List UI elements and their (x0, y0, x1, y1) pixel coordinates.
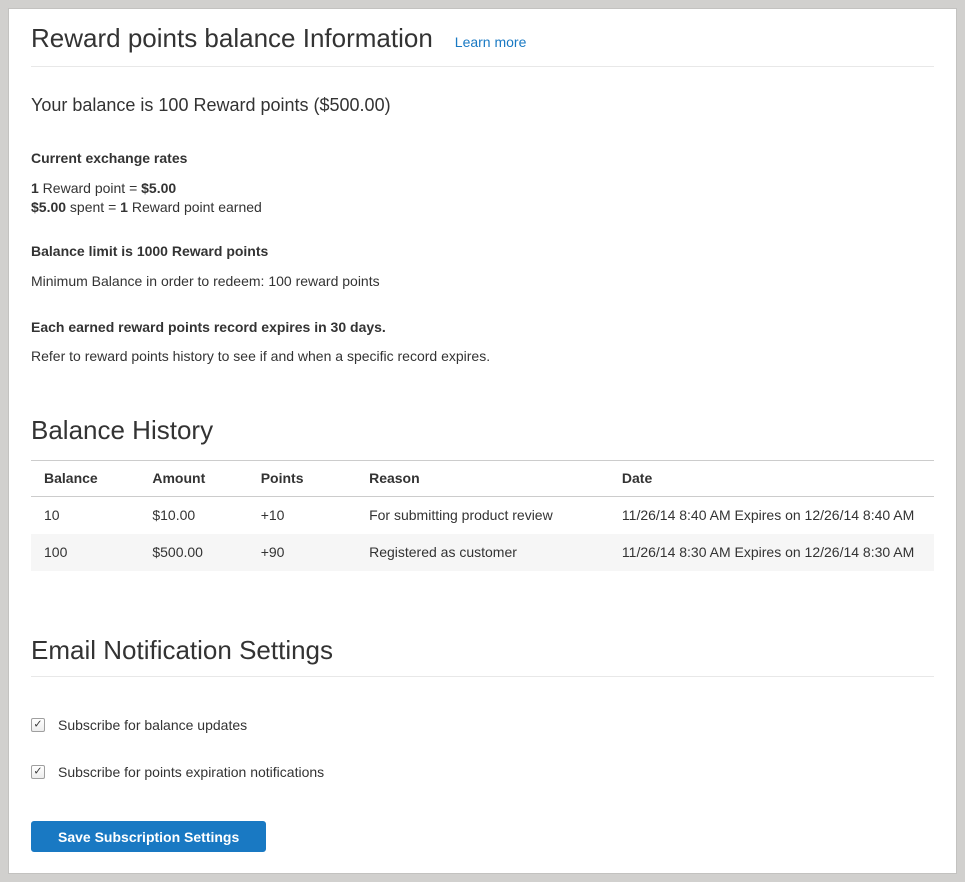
cell-date: 11/26/14 8:40 AM Expires on 12/26/14 8:4… (609, 497, 934, 535)
reward-points-panel: Reward points balance Information Learn … (8, 8, 957, 874)
expiration-notifications-label[interactable]: Subscribe for points expiration notifica… (58, 763, 324, 781)
cell-points: +10 (248, 497, 356, 535)
email-notification-title-bar: Email Notification Settings (31, 635, 934, 677)
table-row: 100 $500.00 +90 Registered as customer 1… (31, 534, 934, 571)
cell-reason: For submitting product review (356, 497, 609, 535)
balance-summary: Your balance is 100 Reward points ($500.… (31, 93, 934, 118)
column-header-date: Date (609, 461, 934, 497)
balance-updates-label[interactable]: Subscribe for balance updates (58, 716, 247, 734)
balance-history-table: Balance Amount Points Reason Date 10 $10… (31, 460, 934, 571)
exchange-rates-heading: Current exchange rates (31, 149, 934, 168)
subscribe-balance-updates-row: ✓ Subscribe for balance updates (31, 716, 934, 734)
subscribe-expiration-notifications-row: ✓ Subscribe for points expiration notifi… (31, 763, 934, 781)
exchange-rate-line-2: $5.00 spent = 1 Reward point earned (31, 198, 934, 217)
cell-amount: $500.00 (139, 534, 247, 571)
expiry-heading: Each earned reward points record expires… (31, 318, 934, 337)
balance-limit-heading: Balance limit is 1000 Reward points (31, 242, 934, 261)
expiry-note: Refer to reward points history to see if… (31, 347, 934, 366)
cell-reason: Registered as customer (356, 534, 609, 571)
page-title-bar: Reward points balance Information Learn … (31, 9, 934, 67)
checkmark-icon: ✓ (33, 719, 42, 730)
cell-amount: $10.00 (139, 497, 247, 535)
exchange-rate-line-1: 1 Reward point = $5.00 (31, 179, 934, 198)
column-header-amount: Amount (139, 461, 247, 497)
minimum-balance-note: Minimum Balance in order to redeem: 100 … (31, 272, 934, 291)
cell-balance: 100 (31, 534, 139, 571)
learn-more-link[interactable]: Learn more (455, 34, 527, 50)
column-header-balance: Balance (31, 461, 139, 497)
checkmark-icon: ✓ (33, 766, 42, 777)
cell-date: 11/26/14 8:30 AM Expires on 12/26/14 8:3… (609, 534, 934, 571)
page-title: Reward points balance Information (31, 23, 433, 54)
balance-history-heading: Balance History (31, 415, 934, 446)
column-header-points: Points (248, 461, 356, 497)
balance-updates-checkbox[interactable]: ✓ (31, 718, 45, 732)
table-header-row: Balance Amount Points Reason Date (31, 461, 934, 497)
cell-balance: 10 (31, 497, 139, 535)
cell-points: +90 (248, 534, 356, 571)
table-row: 10 $10.00 +10 For submitting product rev… (31, 497, 934, 535)
column-header-reason: Reason (356, 461, 609, 497)
save-subscription-settings-button[interactable]: Save Subscription Settings (31, 821, 266, 852)
email-notification-heading: Email Notification Settings (31, 635, 934, 666)
exchange-rates-lines: 1 Reward point = $5.00 $5.00 spent = 1 R… (31, 179, 934, 217)
expiration-notifications-checkbox[interactable]: ✓ (31, 765, 45, 779)
